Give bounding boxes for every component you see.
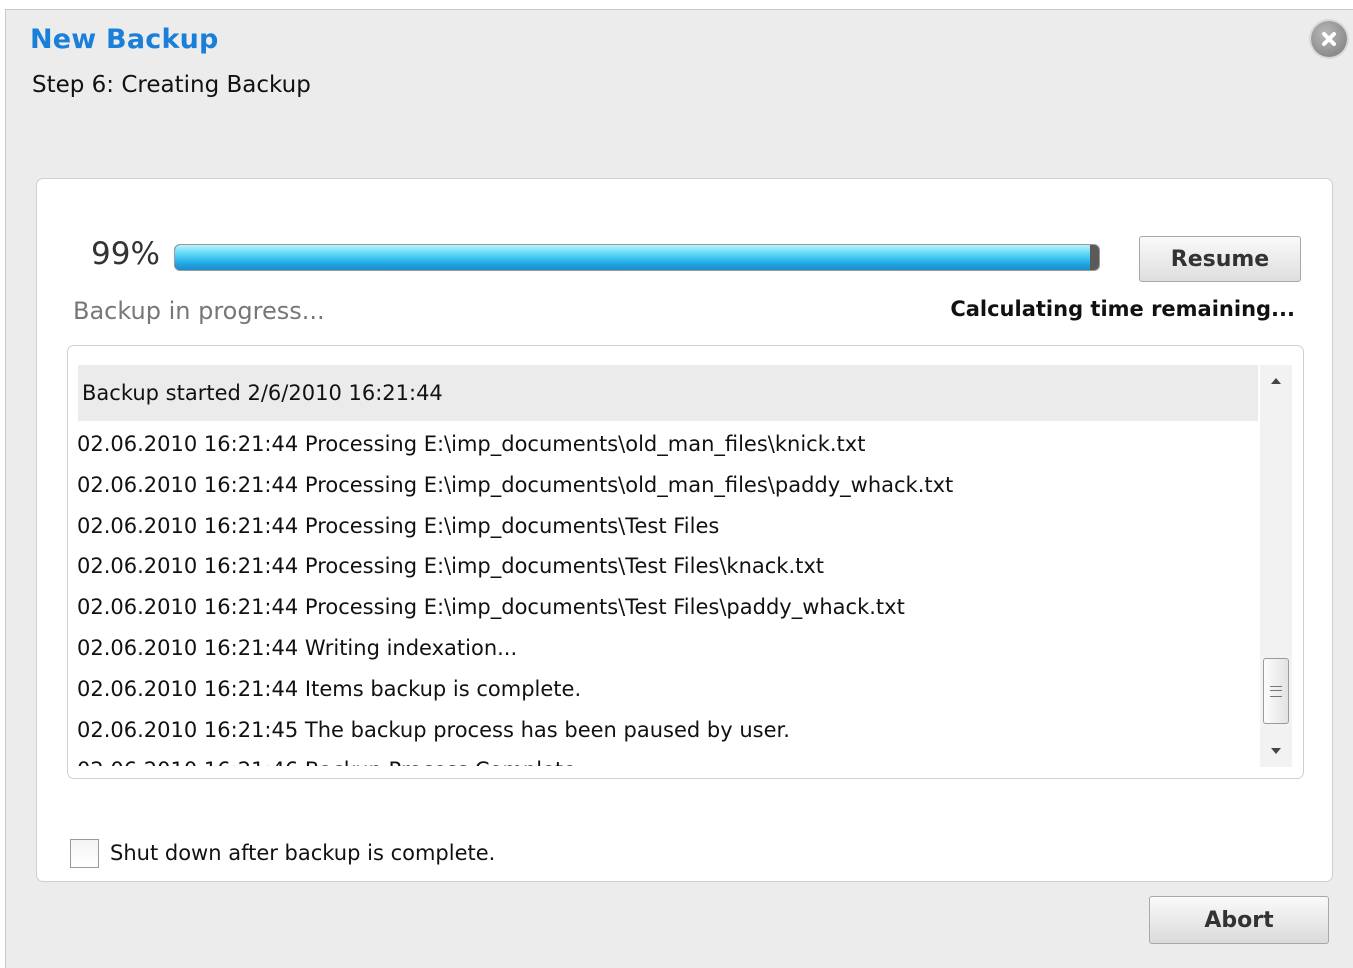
log-lines: 02.06.2010 16:21:44 Processing E:\imp_do…: [77, 424, 1257, 766]
progress-bar-fill: [175, 245, 1090, 270]
chevron-down-icon: [1271, 748, 1281, 754]
log-line: 02.06.2010 16:21:44 Writing indexation..…: [77, 635, 518, 660]
shutdown-checkbox[interactable]: [70, 839, 99, 868]
log-line: 02.06.2010 16:21:44 Processing E:\imp_do…: [77, 554, 825, 579]
progress-percent: 99%: [91, 236, 160, 272]
progress-bar: [174, 244, 1100, 271]
log-line: 02.06.2010 16:21:45 The backup process h…: [77, 717, 790, 742]
close-button[interactable]: [1311, 21, 1347, 57]
backup-log[interactable]: Backup started 2/6/2010 16:21:44 02.06.2…: [67, 345, 1304, 779]
dialog-title: New Backup: [30, 24, 219, 55]
chevron-up-icon: [1271, 378, 1281, 384]
resume-button[interactable]: Resume: [1139, 236, 1301, 282]
close-icon: [1322, 32, 1336, 46]
log-line: 02.06.2010 16:21:44 Processing E:\imp_do…: [77, 595, 905, 620]
shutdown-label: Shut down after backup is complete.: [110, 841, 496, 865]
log-line: 02.06.2010 16:21:44 Processing E:\imp_do…: [77, 432, 866, 456]
log-header: Backup started 2/6/2010 16:21:44: [78, 365, 1258, 421]
scroll-thumb[interactable]: [1263, 658, 1289, 724]
progress-panel: 99% Resume Backup in progress... Calcula…: [36, 178, 1333, 882]
abort-button[interactable]: Abort: [1149, 896, 1329, 944]
scroll-up-button[interactable]: [1260, 365, 1292, 397]
log-line: 02.06.2010 16:21:44 Processing E:\imp_do…: [77, 513, 720, 538]
log-line: 02.06.2010 16:21:44 Processing E:\imp_do…: [77, 472, 954, 497]
log-scrollbar[interactable]: [1260, 365, 1292, 767]
backup-dialog: New Backup Step 6: Creating Backup 99% R…: [5, 9, 1353, 968]
log-line: 02.06.2010 16:21:46 Backup Process Compl…: [77, 750, 1257, 766]
grip-icon: [1270, 685, 1282, 697]
progress-status: Backup in progress...: [73, 297, 325, 325]
log-line: 02.06.2010 16:21:44 Items backup is comp…: [77, 676, 582, 701]
time-remaining: Calculating time remaining...: [950, 297, 1295, 321]
scroll-down-button[interactable]: [1260, 735, 1292, 767]
step-label: Step 6: Creating Backup: [32, 72, 311, 98]
